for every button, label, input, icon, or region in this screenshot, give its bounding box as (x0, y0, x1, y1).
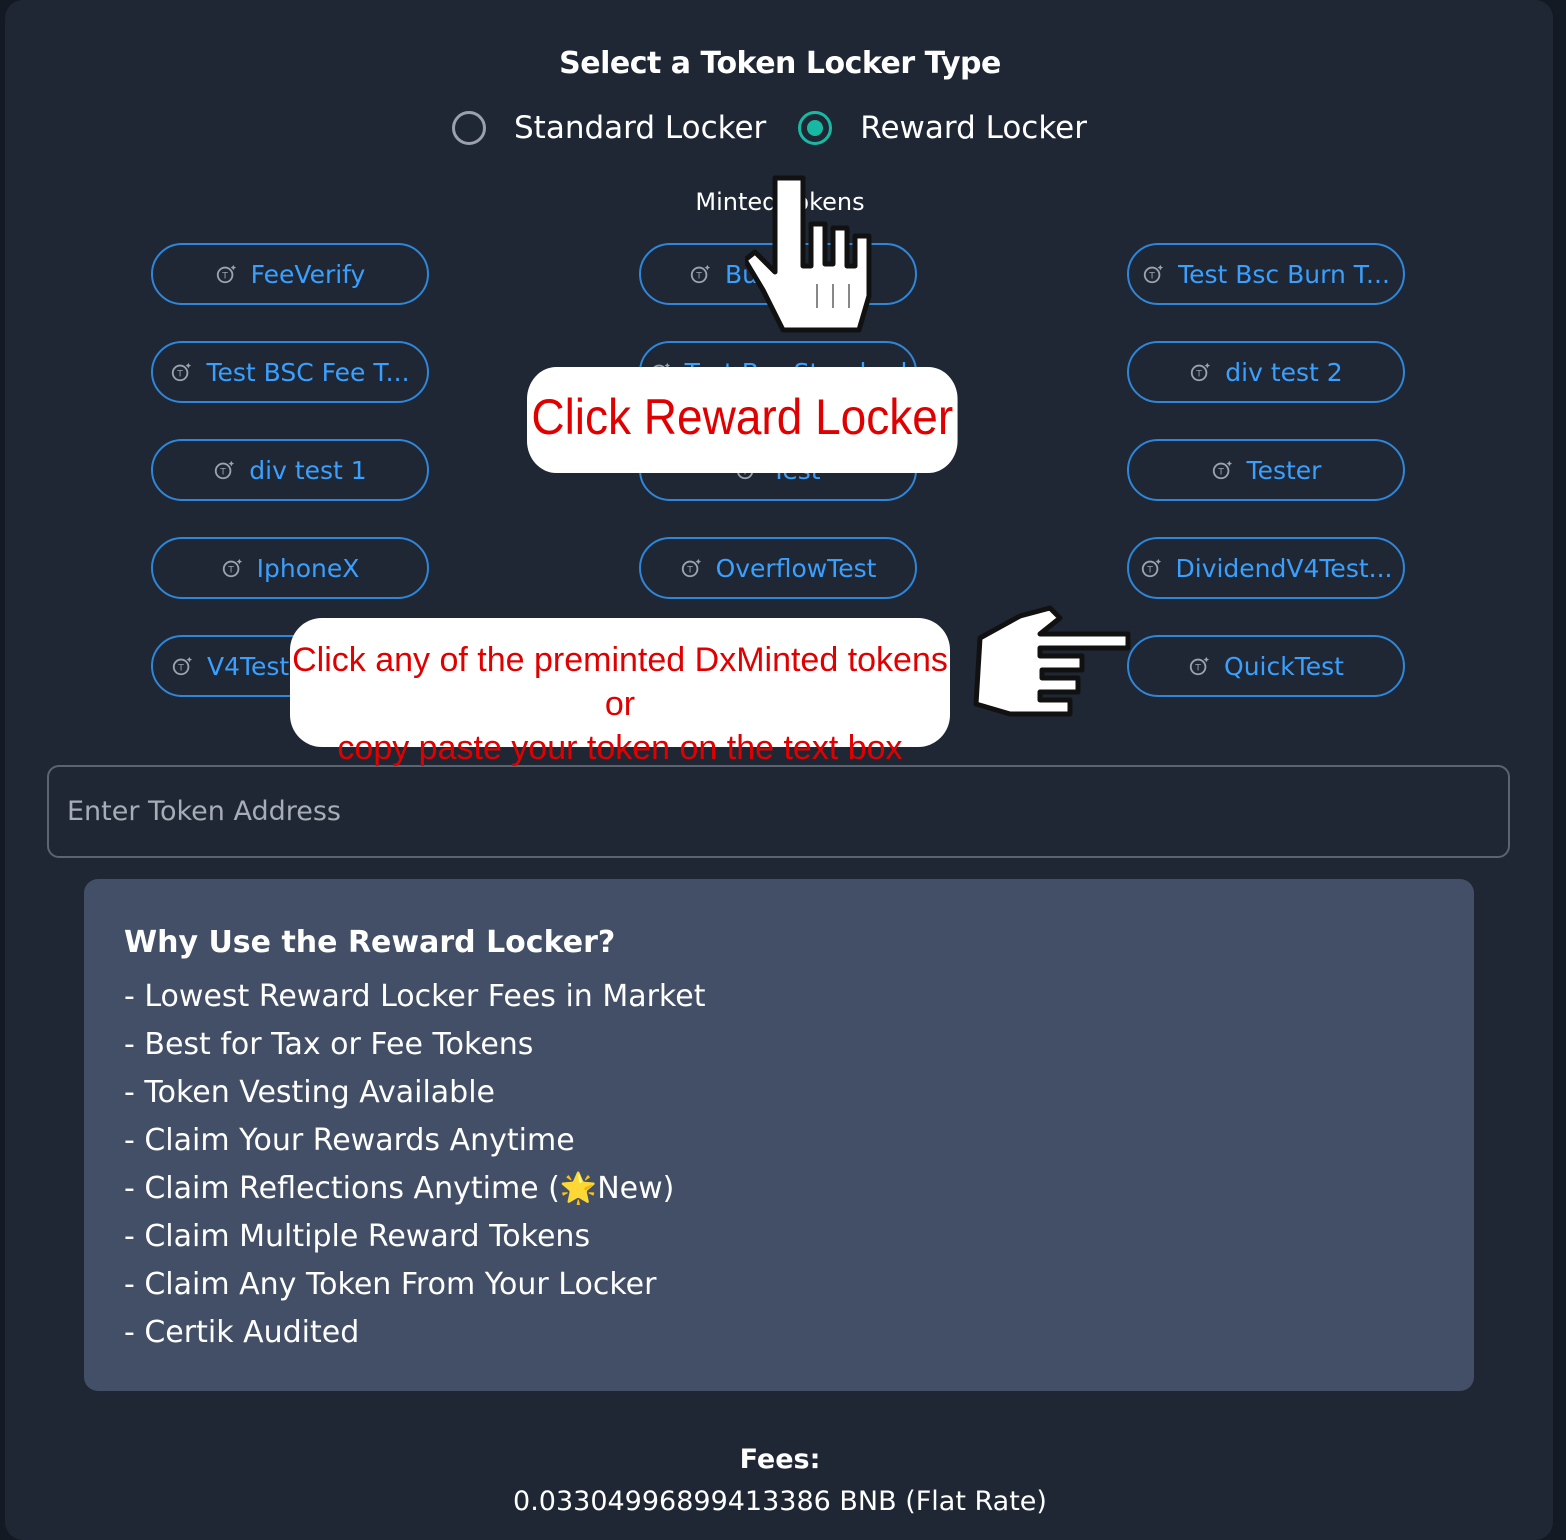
pointing-hand-icon (745, 175, 872, 333)
radio-label-standard: Standard Locker (514, 110, 767, 146)
token-icon: T (1143, 264, 1164, 284)
token-label: OverflowTest (715, 553, 877, 583)
radio-label-reward: Reward Locker (860, 110, 1087, 146)
svg-text:T: T (177, 369, 184, 380)
svg-text:T: T (220, 467, 227, 478)
page-title: Select a Token Locker Type (559, 46, 1001, 81)
token-icon: T (222, 558, 242, 578)
svg-text:T: T (177, 663, 184, 674)
radio-circle-selected-icon[interactable] (798, 111, 833, 145)
info-item: - Claim Your Rewards Anytime (124, 1123, 575, 1158)
svg-text:T: T (1146, 565, 1153, 576)
callout-click-reward-locker: Click Reward Locker (527, 367, 958, 473)
callout-line: Click any of the preminted DxMinted toke… (292, 641, 948, 723)
token-icon: T (690, 264, 711, 284)
token-icon: T (172, 656, 193, 676)
info-item: - Lowest Reward Locker Fees in Market (124, 979, 706, 1014)
token-icon: T (216, 264, 236, 284)
radio-circle-icon[interactable] (452, 111, 486, 145)
token-label: DividendV4Test... (1175, 553, 1393, 583)
svg-text:T: T (1148, 271, 1155, 282)
svg-text:T: T (1217, 467, 1224, 478)
token-button-feeverify[interactable]: T FeeVerify (151, 243, 429, 305)
token-address-input[interactable] (47, 765, 1510, 858)
token-button-test-bsc-fee[interactable]: T Test BSC Fee T... (151, 341, 429, 403)
token-icon: T (681, 558, 701, 578)
token-icon: T (215, 460, 235, 480)
token-label: FeeVerify (250, 259, 366, 289)
info-item: - Best for Tax or Fee Tokens (124, 1027, 534, 1062)
info-item: - Certik Audited (124, 1315, 360, 1350)
radio-reward-locker[interactable]: Reward Locker (798, 110, 1087, 146)
token-label: div test 2 (1225, 357, 1343, 387)
info-item: - Claim Multiple Reward Tokens (124, 1219, 591, 1254)
svg-text:T: T (221, 271, 228, 282)
token-button-div-test-1[interactable]: T div test 1 (151, 439, 429, 501)
radio-standard-locker[interactable]: Standard Locker (452, 110, 766, 146)
token-button-overflowtest[interactable]: T OverflowTest (639, 537, 917, 599)
token-label: Test BSC Fee T... (206, 357, 410, 387)
info-title: Why Use the Reward Locker? (124, 925, 616, 960)
token-label: IphoneX (256, 553, 360, 583)
svg-text:T: T (227, 565, 234, 576)
svg-text:T: T (686, 565, 693, 576)
token-label: Tester (1246, 455, 1322, 485)
info-item: - Token Vesting Available (124, 1075, 496, 1110)
callout-click-tokens: Click any of the preminted DxMinted toke… (290, 618, 950, 767)
token-button-dividendv4test[interactable]: T DividendV4Test... (1127, 537, 1405, 599)
pointing-hand-right-icon (973, 605, 1131, 717)
token-icon: T (1141, 558, 1161, 578)
token-button-div-test-2[interactable]: T div test 2 (1127, 341, 1405, 403)
info-item: - Claim Reflections Anytime (🌟New) (124, 1171, 675, 1206)
svg-text:T: T (1194, 663, 1201, 674)
token-icon: T (1212, 460, 1232, 480)
reward-locker-info-box: Why Use the Reward Locker? - Lowest Rewa… (84, 879, 1474, 1391)
svg-text:T: T (695, 271, 702, 282)
fees-label: Fees: (739, 1444, 821, 1475)
token-label: QuickTest (1224, 651, 1344, 681)
token-button-tester[interactable]: T Tester (1127, 439, 1405, 501)
token-label: div test 1 (249, 455, 367, 485)
token-button-iphonex[interactable]: T IphoneX (151, 537, 429, 599)
info-list: - Lowest Reward Locker Fees in Market - … (124, 973, 705, 1357)
token-button-test-bsc-burn[interactable]: T Test Bsc Burn T... (1127, 243, 1405, 305)
fees-value: 0.03304996899413386 BNB (Flat Rate) (513, 1486, 1047, 1517)
token-icon: T (172, 362, 192, 382)
info-item: - Claim Any Token From Your Locker (124, 1267, 657, 1302)
locker-type-radio-group: Standard Locker Reward Locker (452, 110, 1087, 146)
token-icon: T (1191, 362, 1211, 382)
token-button-quicktest[interactable]: T QuickTest (1127, 635, 1405, 697)
token-label: Test Bsc Burn T... (1178, 259, 1390, 289)
token-icon: T (1189, 656, 1210, 676)
callout-line: copy paste your token on the text box (337, 729, 903, 767)
svg-text:T: T (1196, 369, 1203, 380)
